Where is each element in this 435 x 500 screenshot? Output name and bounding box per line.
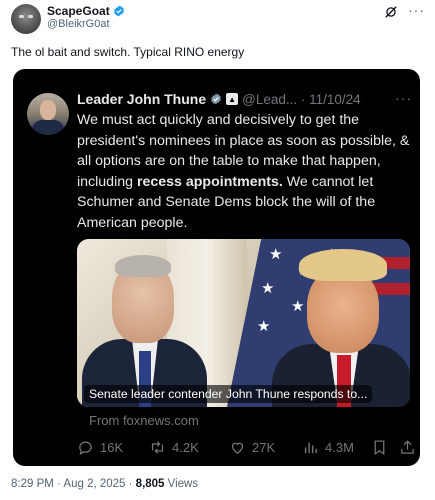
- share-icon: [401, 440, 414, 454]
- verified-badge-icon: [211, 93, 222, 105]
- author-name[interactable]: ScapeGoat: [47, 4, 110, 18]
- like-icon: [231, 442, 244, 454]
- flag-star: ★: [291, 298, 305, 315]
- flag-star: ★: [269, 246, 283, 263]
- post-footer: 8:29 PM · Aug 2, 2025 · 8,805 Views: [11, 478, 198, 490]
- views-count: 4.3M: [325, 440, 354, 455]
- author-handle[interactable]: @BleikrG0at: [47, 18, 110, 30]
- reply-count: 16K: [100, 440, 124, 455]
- views-button[interactable]: 4.3M: [302, 439, 354, 456]
- reply-icon: [79, 441, 92, 456]
- quoted-more-icon[interactable]: ···: [395, 90, 412, 106]
- author-avatar[interactable]: [11, 4, 41, 34]
- post-text: The ol bait and switch. Typical RINO ene…: [11, 45, 245, 59]
- like-count: 27K: [252, 440, 276, 455]
- reply-button[interactable]: 16K: [77, 439, 123, 456]
- share-button[interactable]: [399, 439, 416, 456]
- grok-icon[interactable]: [384, 5, 398, 19]
- trump-hair: [299, 249, 387, 281]
- media-caption: Senate leader contender John Thune respo…: [84, 385, 373, 403]
- government-badge-icon: ▲: [226, 93, 239, 105]
- quoted-text-bold: recess appointments.: [136, 173, 283, 190]
- link-preview-image[interactable]: ★ ★ ★ ★ ★ ★ Senate leader contender John…: [77, 239, 410, 407]
- post-views-label: Views: [164, 478, 199, 490]
- quoted-text: We must act quickly and decisively to ge…: [77, 110, 412, 233]
- verified-badge-icon: [113, 5, 124, 17]
- quoted-header: Leader John Thune ▲ @Lead... · 11/10/24: [77, 91, 361, 107]
- post-views-count: 8,805: [135, 478, 165, 490]
- author-name-row: ScapeGoat: [47, 4, 125, 18]
- avatar-eye: [19, 15, 24, 18]
- flag-star: ★: [257, 318, 271, 335]
- post-timestamp[interactable]: 8:29 PM · Aug 2, 2025 ·: [11, 478, 136, 490]
- flag-star: ★: [261, 280, 275, 297]
- bookmark-icon: [374, 440, 385, 456]
- views-icon: [304, 442, 317, 454]
- avatar-eye: [28, 15, 33, 18]
- repost-count: 4.2K: [172, 440, 199, 455]
- repost-button[interactable]: 4.2K: [149, 439, 199, 456]
- quoted-handle-date[interactable]: @Lead... · 11/10/24: [242, 92, 361, 107]
- action-bar: 16K 4.2K 27K 4.3M: [77, 439, 414, 459]
- thune-hair: [115, 255, 171, 277]
- more-icon[interactable]: ···: [408, 2, 425, 18]
- repost-icon: [151, 441, 164, 454]
- quoted-author-name[interactable]: Leader John Thune: [77, 91, 206, 107]
- link-source[interactable]: From foxnews.com: [89, 413, 199, 428]
- quoted-post-card[interactable]: Leader John Thune ▲ @Lead... · 11/10/24 …: [13, 69, 420, 466]
- quoted-author-avatar[interactable]: [27, 93, 69, 135]
- avatar-face: [40, 100, 56, 120]
- bookmark-button[interactable]: [371, 439, 388, 456]
- like-button[interactable]: 27K: [229, 439, 275, 456]
- avatar-suit: [32, 120, 64, 135]
